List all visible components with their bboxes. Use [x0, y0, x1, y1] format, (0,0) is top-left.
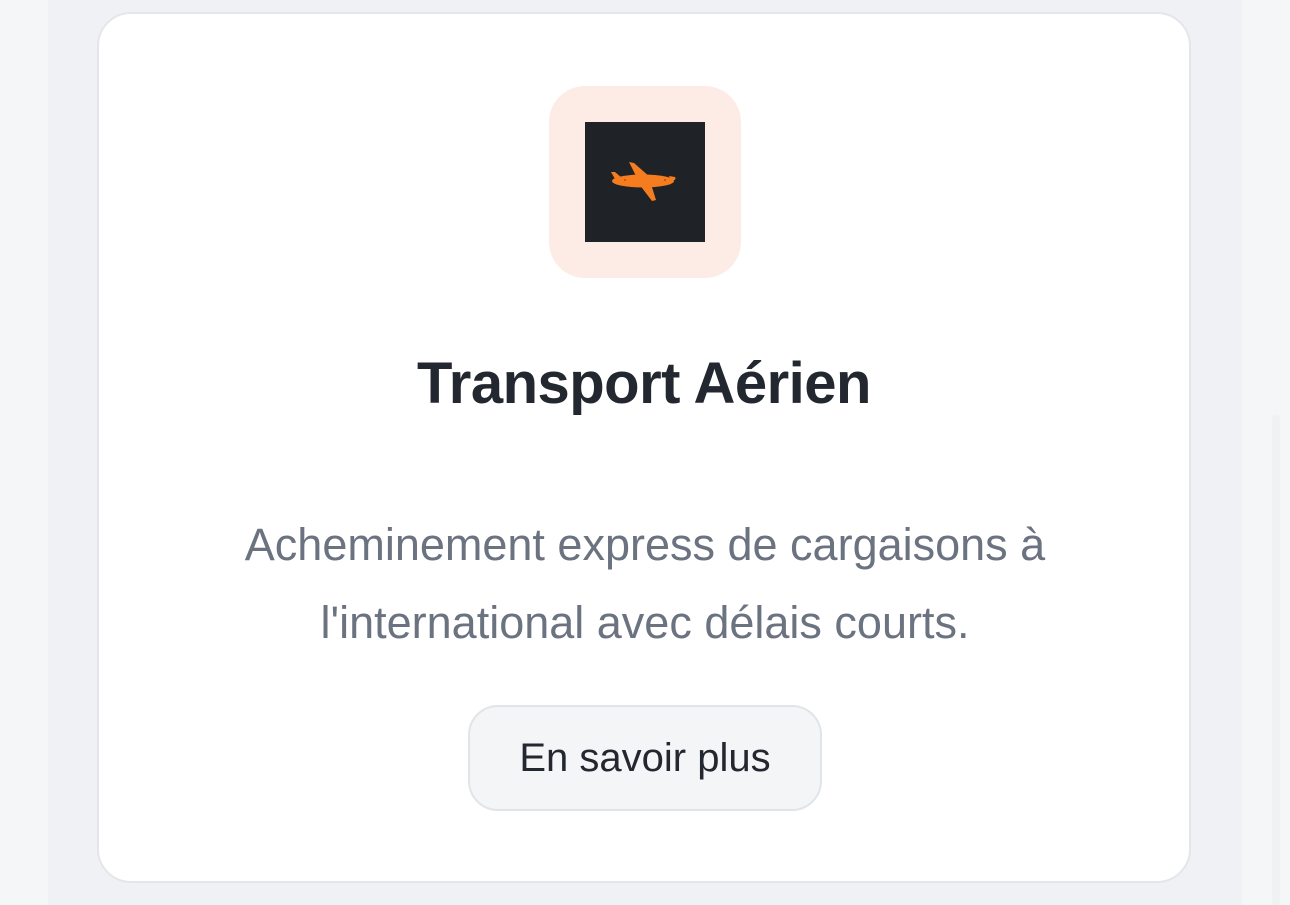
scrollbar[interactable]	[1272, 415, 1280, 905]
airplane-icon	[585, 122, 705, 242]
service-description: Acheminement express de cargaisons à l'i…	[244, 519, 1046, 648]
service-title: Transport Aérien	[417, 351, 871, 416]
airplane-icon-graphic	[611, 162, 676, 201]
learn-more-button[interactable]: En savoir plus	[468, 705, 822, 811]
